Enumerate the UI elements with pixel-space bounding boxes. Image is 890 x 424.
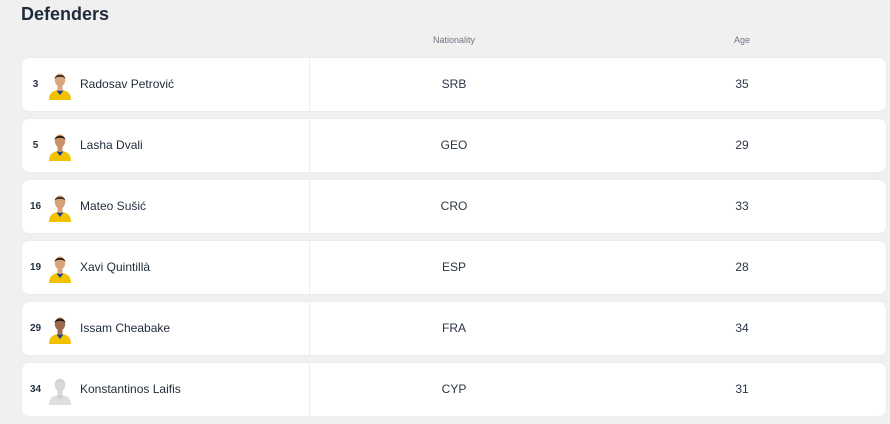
- player-avatar: [47, 70, 73, 100]
- avatar-placeholder-icon: [47, 375, 73, 405]
- player-row[interactable]: 3 Radosav Petrović SRB 35: [22, 58, 886, 111]
- player-avatar: [47, 314, 73, 344]
- player-row[interactable]: 29 Issam Cheabake FRA 34: [22, 302, 886, 355]
- row-divider: [309, 363, 310, 416]
- player-number: 16: [29, 201, 42, 212]
- age-value: 35: [735, 77, 749, 91]
- player-name[interactable]: Mateo Sušić: [80, 180, 146, 233]
- row-divider: [309, 180, 310, 233]
- player-name[interactable]: Issam Cheabake: [80, 302, 170, 355]
- player-avatar: [47, 253, 73, 283]
- player-avatar: [47, 192, 73, 222]
- nationality-code: CYP: [441, 382, 467, 396]
- age-value: 29: [735, 138, 749, 152]
- row-divider: [309, 241, 310, 294]
- player-row[interactable]: 19 Xavi Quintillà ESP 28: [22, 241, 886, 294]
- player-name[interactable]: Konstantinos Laifis: [80, 363, 181, 416]
- row-divider: [309, 58, 310, 111]
- player-number: 34: [29, 384, 42, 395]
- player-number: 19: [29, 262, 42, 273]
- column-header-nationality: Nationality: [432, 35, 476, 45]
- nationality-code: SRB: [441, 77, 467, 91]
- player-list: 3 Radosav Petrović SRB 35 5 Lasha Dvali GEO 29 1…: [22, 58, 886, 424]
- nationality-code: ESP: [442, 260, 467, 274]
- player-name[interactable]: Radosav Petrović: [80, 58, 174, 111]
- row-divider: [309, 302, 310, 355]
- player-row[interactable]: 5 Lasha Dvali GEO 29: [22, 119, 886, 172]
- row-divider: [309, 119, 310, 172]
- player-name[interactable]: Lasha Dvali: [80, 119, 143, 172]
- player-name[interactable]: Xavi Quintillà: [80, 241, 150, 294]
- age-value: 33: [735, 199, 749, 213]
- player-avatar: [47, 131, 73, 161]
- nationality-code: FRA: [442, 321, 466, 335]
- age-value: 34: [735, 321, 749, 335]
- player-number: 5: [32, 140, 39, 151]
- player-number: 29: [29, 323, 42, 334]
- age-value: 31: [735, 382, 749, 396]
- player-number: 3: [32, 79, 39, 90]
- age-value: 28: [735, 260, 749, 274]
- section-title: Defenders: [21, 4, 110, 24]
- nationality-code: GEO: [440, 138, 468, 152]
- column-header-age: Age: [733, 35, 751, 45]
- nationality-code: CRO: [440, 199, 468, 213]
- player-row[interactable]: 16 Mateo Sušić CRO 33: [22, 180, 886, 233]
- player-row[interactable]: 34 Konstantinos Laifis CYP 31: [22, 363, 886, 416]
